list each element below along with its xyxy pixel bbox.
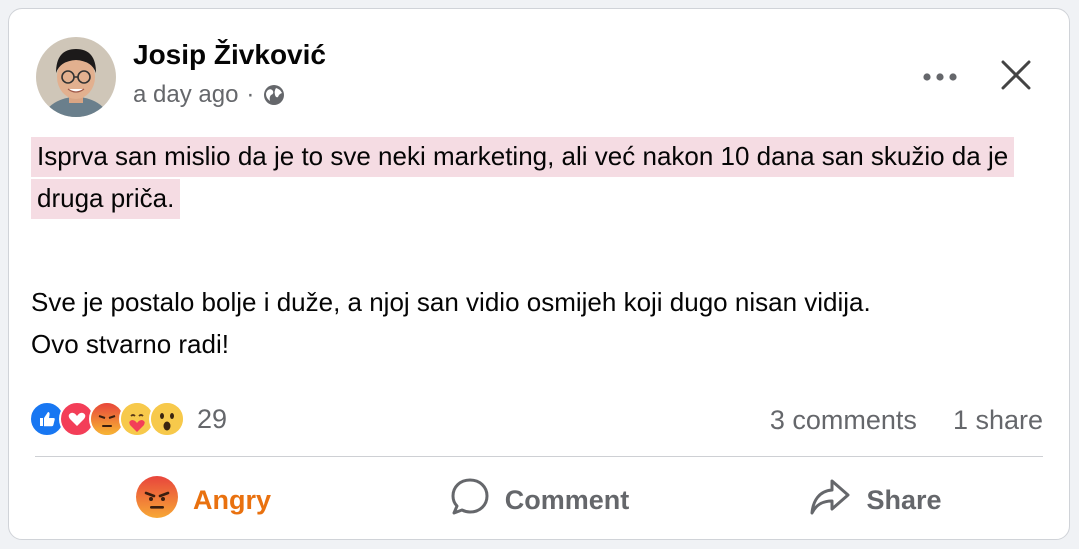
avatar[interactable] [36,37,116,117]
comment-label: Comment [504,484,630,515]
meta-separator: · [246,81,255,108]
more-options-button[interactable] [915,59,965,95]
share-button[interactable]: Share [707,467,1043,533]
post-card: Josip Živković a day ago · Isprva san mi… [8,8,1070,540]
post-body: Isprva san mislio da je to sve neki mark… [31,135,1041,365]
post-stats: 3 comments 1 share [770,405,1043,436]
shares-count[interactable]: 1 share [953,405,1043,436]
share-icon [808,477,852,524]
post-paragraph: Sve je postalo bolje i duže, a njoj san … [31,287,871,317]
reaction-count[interactable]: 29 [197,404,227,435]
post-meta: a day ago · [133,81,286,109]
post-time[interactable]: a day ago [133,81,238,109]
wow-icon [149,401,185,437]
more-icon [923,68,957,86]
highlighted-text: Isprva san mislio da je to sve neki mark… [31,137,1015,219]
globe-icon [262,83,286,107]
angry-icon [135,475,179,526]
action-bar: Angry Comment Share [35,467,1043,533]
close-button[interactable] [994,55,1038,99]
close-icon [1000,59,1032,96]
react-button[interactable]: Angry [35,467,371,533]
divider [35,456,1043,457]
comments-count[interactable]: 3 comments [770,405,917,436]
share-label: Share [866,484,942,515]
react-label: Angry [192,484,271,515]
post-paragraph-2: Ovo stvarno radi! [31,329,229,359]
author-name[interactable]: Josip Živković [133,39,326,71]
reactions-summary[interactable]: 29 [29,401,227,437]
comment-button[interactable]: Comment [371,467,707,533]
comment-icon [449,476,491,525]
